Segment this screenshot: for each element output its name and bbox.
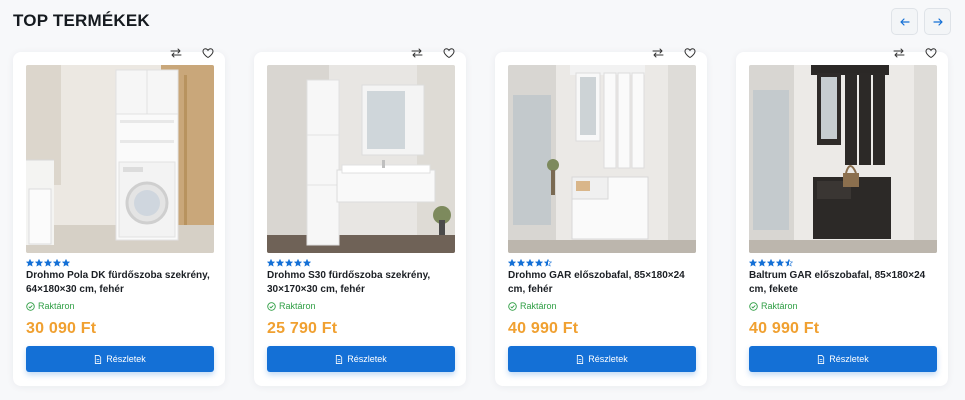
stock-status: Raktáron	[267, 301, 316, 311]
star-full-icon	[767, 259, 775, 267]
document-icon	[336, 354, 343, 364]
product-price: 40 990 Ft	[508, 320, 579, 337]
stock-label: Raktáron	[38, 301, 75, 311]
star-half-icon	[544, 259, 552, 267]
product-image[interactable]	[26, 65, 214, 253]
star-full-icon	[53, 259, 61, 267]
wishlist-button[interactable]	[681, 44, 699, 62]
rating-stars	[749, 259, 793, 267]
compare-button[interactable]	[167, 44, 185, 62]
product-price: 30 090 Ft	[26, 320, 97, 337]
star-full-icon	[535, 259, 543, 267]
details-button-label: Részletek	[347, 354, 387, 364]
product-name[interactable]: Drohmo GAR előszobafal, 85×180×24 cm, fe…	[508, 269, 700, 297]
product-card: Baltrum GAR előszobafal, 85×180×24 cm, f…	[736, 48, 948, 386]
card-actions	[890, 44, 940, 62]
details-button[interactable]: Részletek	[508, 346, 696, 372]
star-full-icon	[508, 259, 516, 267]
compare-button[interactable]	[408, 44, 426, 62]
arrow-right-icon	[932, 17, 943, 26]
stock-status: Raktáron	[508, 301, 557, 311]
card-actions	[649, 44, 699, 62]
document-icon	[577, 354, 584, 364]
details-button[interactable]: Részletek	[267, 346, 455, 372]
compare-icon	[411, 48, 423, 58]
carousel-prev-button[interactable]	[891, 8, 918, 35]
heart-icon	[443, 48, 455, 59]
stock-label: Raktáron	[520, 301, 557, 311]
star-half-icon	[785, 259, 793, 267]
compare-button[interactable]	[890, 44, 908, 62]
wishlist-button[interactable]	[199, 44, 217, 62]
star-full-icon	[267, 259, 275, 267]
wishlist-button[interactable]	[922, 44, 940, 62]
stock-label: Raktáron	[761, 301, 798, 311]
star-full-icon	[758, 259, 766, 267]
document-icon	[95, 354, 102, 364]
star-full-icon	[276, 259, 284, 267]
check-circle-icon	[26, 301, 35, 311]
product-card: Drohmo S30 fürdőszoba szekrény, 30×170×3…	[254, 48, 466, 386]
star-full-icon	[26, 259, 34, 267]
product-name[interactable]: Drohmo Pola DK fürdőszoba szekrény, 64×1…	[26, 269, 218, 297]
section-title: TOP TERMÉKEK	[13, 11, 150, 30]
carousel-next-button[interactable]	[924, 8, 951, 35]
product-name[interactable]: Baltrum GAR előszobafal, 85×180×24 cm, f…	[749, 269, 941, 297]
star-full-icon	[749, 259, 757, 267]
star-full-icon	[526, 259, 534, 267]
check-circle-icon	[508, 301, 517, 311]
star-full-icon	[517, 259, 525, 267]
star-full-icon	[44, 259, 52, 267]
wishlist-button[interactable]	[440, 44, 458, 62]
compare-icon	[170, 48, 182, 58]
stock-status: Raktáron	[26, 301, 75, 311]
compare-icon	[893, 48, 905, 58]
rating-stars	[267, 259, 311, 267]
rating-stars	[26, 259, 70, 267]
heart-icon	[202, 48, 214, 59]
heart-icon	[925, 48, 937, 59]
product-price: 40 990 Ft	[749, 320, 820, 337]
product-card: Drohmo Pola DK fürdőszoba szekrény, 64×1…	[13, 48, 225, 386]
star-full-icon	[303, 259, 311, 267]
card-actions	[408, 44, 458, 62]
details-button[interactable]: Részletek	[26, 346, 214, 372]
details-button-label: Részletek	[588, 354, 628, 364]
star-full-icon	[776, 259, 784, 267]
arrow-left-icon	[899, 17, 910, 26]
product-image[interactable]	[508, 65, 696, 253]
star-full-icon	[285, 259, 293, 267]
star-full-icon	[62, 259, 70, 267]
product-card: Drohmo GAR előszobafal, 85×180×24 cm, fe…	[495, 48, 707, 386]
compare-button[interactable]	[649, 44, 667, 62]
star-full-icon	[35, 259, 43, 267]
product-price: 25 790 Ft	[267, 320, 338, 337]
stock-status: Raktáron	[749, 301, 798, 311]
product-image[interactable]	[267, 65, 455, 253]
rating-stars	[508, 259, 552, 267]
section-header: TOP TERMÉKEK	[13, 8, 953, 36]
star-full-icon	[294, 259, 302, 267]
details-button-label: Részletek	[829, 354, 869, 364]
details-button[interactable]: Részletek	[749, 346, 937, 372]
document-icon	[818, 354, 825, 364]
product-image[interactable]	[749, 65, 937, 253]
compare-icon	[652, 48, 664, 58]
stock-label: Raktáron	[279, 301, 316, 311]
heart-icon	[684, 48, 696, 59]
details-button-label: Részletek	[106, 354, 146, 364]
product-name[interactable]: Drohmo S30 fürdőszoba szekrény, 30×170×3…	[267, 269, 459, 297]
card-actions	[167, 44, 217, 62]
check-circle-icon	[749, 301, 758, 311]
check-circle-icon	[267, 301, 276, 311]
